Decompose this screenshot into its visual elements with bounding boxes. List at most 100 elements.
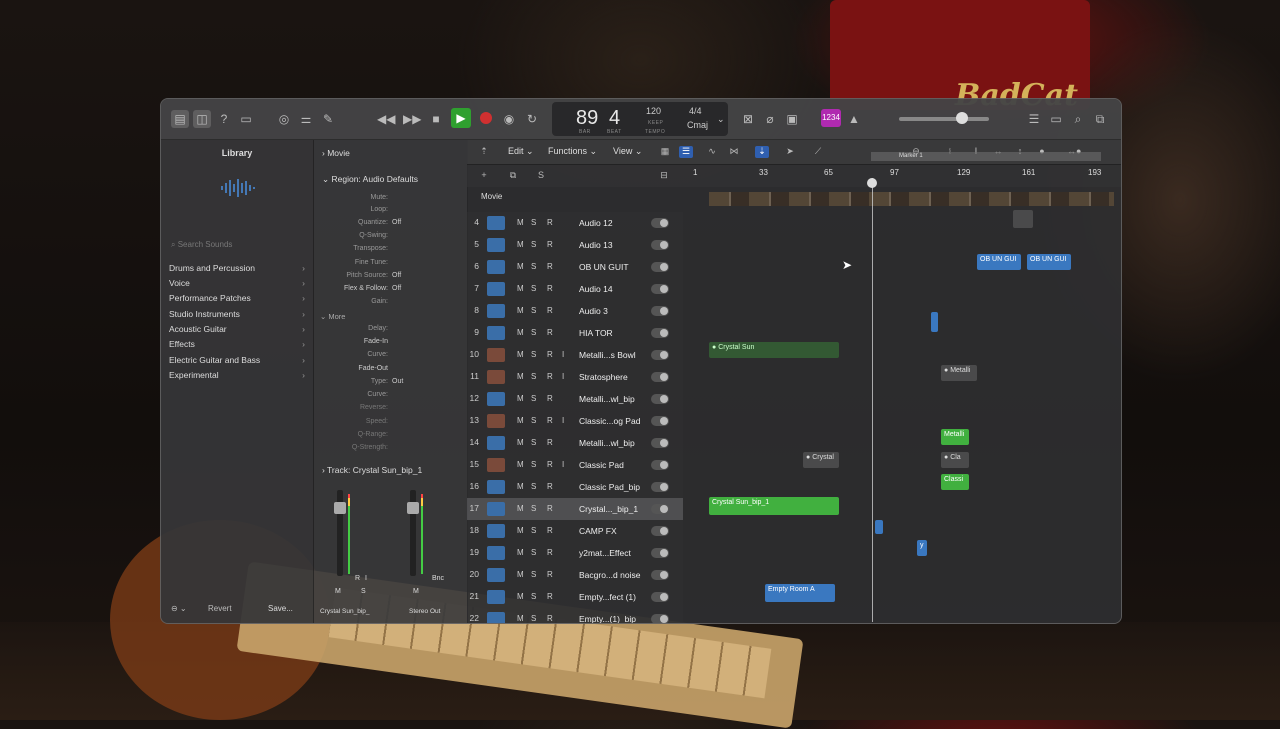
track-solo-button[interactable]: S bbox=[531, 394, 536, 403]
library-item[interactable]: Performance Patches › bbox=[169, 293, 309, 307]
input-monitor-button[interactable]: I bbox=[365, 575, 367, 582]
audio-region[interactable]: y bbox=[917, 540, 927, 556]
movie-track-header[interactable]: Movie bbox=[467, 189, 683, 205]
track-on-off-toggle[interactable] bbox=[651, 482, 669, 492]
track-solo-button[interactable]: S bbox=[531, 262, 536, 271]
solo-icon[interactable]: ▣ bbox=[783, 110, 801, 128]
track-mute-button[interactable]: M bbox=[517, 526, 524, 535]
inspector-track-header[interactable]: › Track: Crystal Sun_bip_1 bbox=[322, 465, 422, 475]
track-name[interactable]: Bacgro...d noise bbox=[579, 570, 640, 580]
track-solo-button[interactable]: S bbox=[531, 350, 536, 359]
track-mute-button[interactable]: M bbox=[517, 482, 524, 491]
track-name[interactable]: Classic Pad bbox=[579, 460, 624, 470]
snap-icon[interactable]: ⇣ bbox=[755, 146, 769, 158]
playhead[interactable] bbox=[872, 178, 873, 622]
library-item[interactable]: Studio Instruments › bbox=[169, 309, 309, 323]
track-solo-button[interactable]: S bbox=[531, 284, 536, 293]
track-record-button[interactable]: R bbox=[547, 570, 553, 579]
grid-view-icon[interactable]: ▦ bbox=[658, 146, 672, 158]
track-mute-button[interactable]: M bbox=[517, 416, 524, 425]
track-solo-button[interactable]: S bbox=[531, 240, 536, 249]
track-on-off-toggle[interactable] bbox=[651, 592, 669, 602]
track-mute-button[interactable]: M bbox=[517, 218, 524, 227]
track-on-off-toggle[interactable] bbox=[651, 262, 669, 272]
output-fader-knob[interactable] bbox=[407, 502, 419, 514]
track-mute-button[interactable]: M bbox=[517, 240, 524, 249]
track-on-off-toggle[interactable] bbox=[651, 306, 669, 316]
track-row[interactable]: 20 M S R Bacgro...d noise bbox=[467, 564, 683, 586]
play-button[interactable]: ▶ bbox=[451, 108, 471, 128]
master-volume-knob[interactable] bbox=[956, 112, 968, 124]
track-mute-button[interactable]: M bbox=[517, 306, 524, 315]
track-on-off-toggle[interactable] bbox=[651, 438, 669, 448]
search-icon[interactable]: ⌕ bbox=[1069, 110, 1087, 128]
track-solo-button[interactable]: S bbox=[531, 416, 536, 425]
track-name[interactable]: Crystal..._bip_1 bbox=[579, 504, 638, 514]
library-toggle-icon[interactable]: ▤ bbox=[171, 110, 189, 128]
track-row-selected[interactable]: 17 M S R Crystal..._bip_1 bbox=[467, 498, 683, 520]
track-row[interactable]: 4 M S R Audio 12 bbox=[467, 212, 683, 234]
track-solo-button[interactable]: S bbox=[531, 372, 536, 381]
automation-icon[interactable]: ∿ bbox=[705, 146, 719, 158]
library-item[interactable]: Drums and Percussion › bbox=[169, 263, 309, 277]
record-button[interactable] bbox=[480, 112, 492, 124]
track-on-off-toggle[interactable] bbox=[651, 548, 669, 558]
track-solo-button[interactable]: S bbox=[531, 548, 536, 557]
track-record-button[interactable]: R bbox=[547, 438, 553, 447]
field-value[interactable]: Off bbox=[392, 285, 401, 292]
stop-icon[interactable]: ■ bbox=[427, 110, 445, 128]
audio-region-selected[interactable]: Crystal Sun_bip_1 bbox=[709, 497, 839, 515]
track-solo-button[interactable]: S bbox=[531, 306, 536, 315]
track-record-button[interactable]: R bbox=[547, 284, 553, 293]
solo-button[interactable]: S bbox=[361, 588, 366, 595]
track-mute-button[interactable]: M bbox=[517, 460, 524, 469]
track-mute-button[interactable]: M bbox=[517, 350, 524, 359]
track-on-off-toggle[interactable] bbox=[651, 614, 669, 623]
capture-recording-icon[interactable]: ◉ bbox=[500, 110, 518, 128]
track-name[interactable]: Metalli...wl_bip bbox=[579, 394, 635, 404]
track-mute-button[interactable]: M bbox=[517, 328, 524, 337]
audio-region[interactable]: ● Crystal bbox=[803, 452, 839, 468]
library-item[interactable]: Acoustic Guitar › bbox=[169, 324, 309, 338]
track-input-monitor-button[interactable]: I bbox=[562, 372, 564, 381]
track-mute-button[interactable]: M bbox=[517, 394, 524, 403]
track-on-off-toggle[interactable] bbox=[651, 284, 669, 294]
track-record-button[interactable]: R bbox=[547, 372, 553, 381]
field-value[interactable]: Off bbox=[392, 272, 401, 279]
track-on-off-toggle[interactable] bbox=[651, 504, 669, 514]
midi-region[interactable]: ● Crystal Sun bbox=[709, 342, 839, 358]
track-name[interactable]: CAMP FX bbox=[579, 526, 617, 536]
track-on-off-toggle[interactable] bbox=[651, 218, 669, 228]
track-row[interactable]: 10 M S R I Metalli...s Bowl bbox=[467, 344, 683, 366]
add-track-icon[interactable]: + bbox=[477, 170, 491, 182]
track-name[interactable]: Audio 13 bbox=[579, 240, 613, 250]
inspector-region-header[interactable]: ⌄ Region: Audio Defaults bbox=[322, 174, 418, 185]
rewind-icon[interactable]: ◀◀ bbox=[377, 110, 395, 128]
catch-playhead-icon[interactable]: ⊟ bbox=[657, 170, 671, 182]
field-value[interactable]: Out bbox=[392, 378, 403, 385]
track-record-button[interactable]: R bbox=[547, 306, 553, 315]
track-record-button[interactable]: R bbox=[547, 328, 553, 337]
audio-region[interactable] bbox=[931, 312, 938, 332]
revert-button[interactable]: Revert bbox=[208, 604, 232, 613]
track-solo-button[interactable]: S bbox=[531, 526, 536, 535]
track-solo-button[interactable]: S bbox=[531, 460, 536, 469]
browser-icon[interactable]: ⧉ bbox=[1091, 110, 1109, 128]
track-record-button[interactable]: R bbox=[547, 460, 553, 469]
toolbar-toggle-icon[interactable]: ▭ bbox=[237, 110, 255, 128]
inspector-movie-header[interactable]: › Movie bbox=[322, 148, 350, 158]
track-record-button[interactable]: R bbox=[547, 614, 553, 623]
audio-region[interactable]: ● Cla bbox=[941, 452, 969, 468]
track-solo-button[interactable]: S bbox=[531, 328, 536, 337]
track-record-button[interactable]: R bbox=[547, 416, 553, 425]
track-on-off-toggle[interactable] bbox=[651, 416, 669, 426]
library-item[interactable]: Effects › bbox=[169, 339, 309, 353]
track-name[interactable]: Classic Pad_bip bbox=[579, 482, 640, 492]
save-button[interactable]: Save... bbox=[268, 604, 293, 613]
field-value[interactable]: Off bbox=[392, 219, 401, 226]
track-row[interactable]: 5 M S R Audio 13 bbox=[467, 234, 683, 256]
track-record-button[interactable]: R bbox=[547, 526, 553, 535]
view-menu[interactable]: View ⌄ bbox=[613, 146, 642, 157]
audio-region[interactable]: OB UN GUI bbox=[1027, 254, 1071, 270]
track-on-off-toggle[interactable] bbox=[651, 526, 669, 536]
